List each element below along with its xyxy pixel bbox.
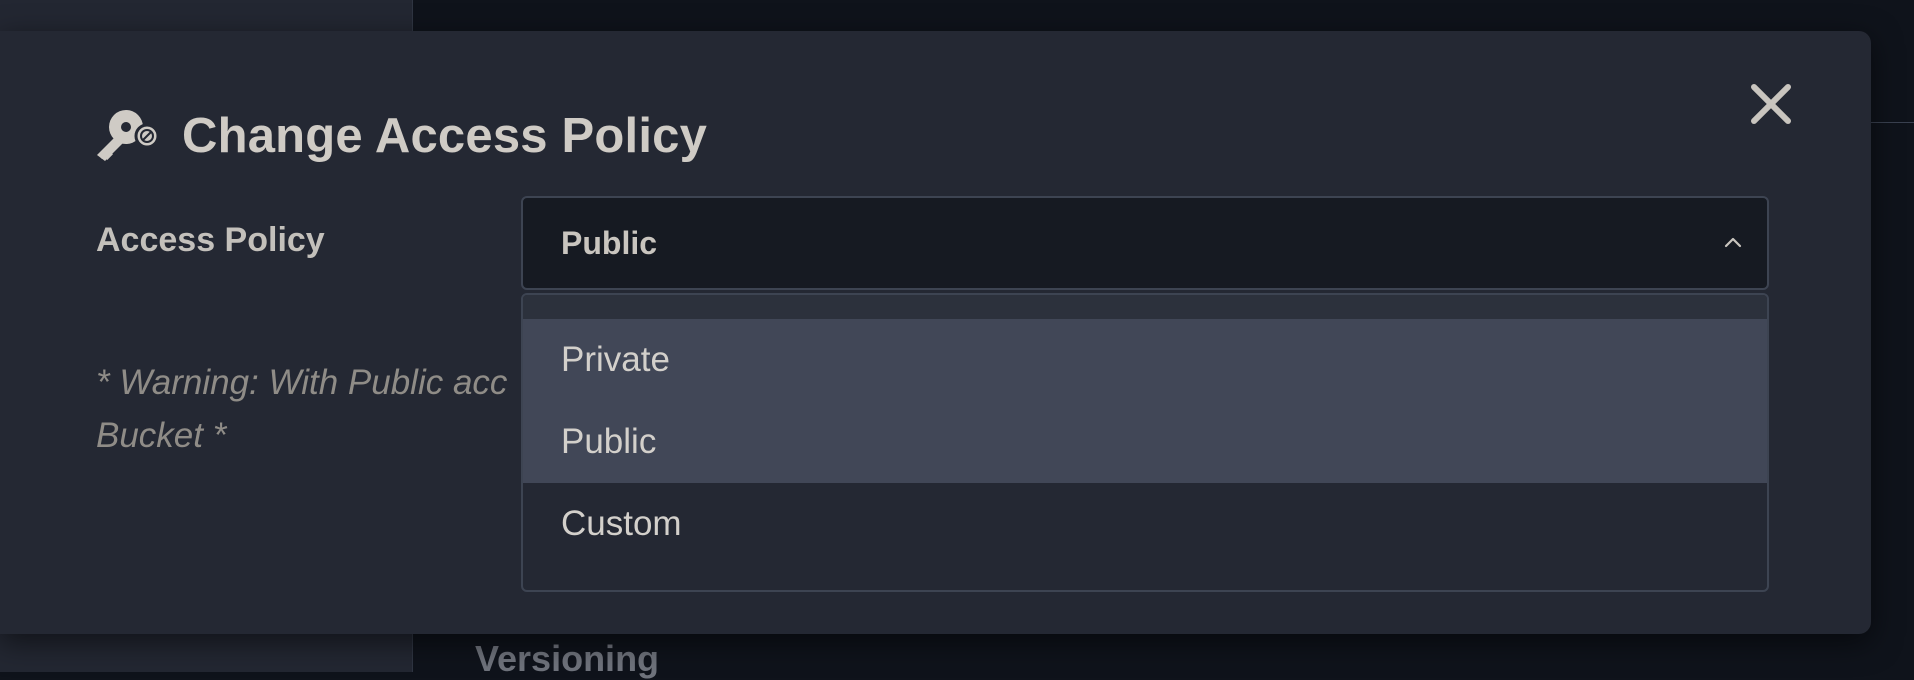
- modal-title-text: Change Access Policy: [182, 109, 708, 163]
- warning-line-1: * Warning: With Public acc: [96, 363, 508, 402]
- public-access-warning: * Warning: With Public acc Bucket *: [96, 356, 536, 462]
- dropdown-top-padding: [523, 295, 1767, 319]
- modal-title: Change Access Policy: [96, 101, 707, 171]
- warning-line-2: Bucket *: [96, 416, 227, 455]
- chevron-up-icon: [1721, 230, 1745, 254]
- access-policy-label: Access Policy: [96, 221, 325, 259]
- key-lock-icon: [96, 103, 162, 169]
- option-public[interactable]: Public: [523, 401, 1767, 483]
- option-custom[interactable]: Custom: [523, 483, 1767, 565]
- background-section-heading: Versioning: [475, 638, 660, 679]
- selected-policy-value: Public: [561, 225, 658, 261]
- access-policy-select[interactable]: Public: [521, 196, 1769, 290]
- close-button[interactable]: [1748, 81, 1794, 127]
- close-icon: [1751, 84, 1791, 124]
- access-policy-dropdown: Private Public Custom: [521, 293, 1769, 592]
- option-private[interactable]: Private: [523, 319, 1767, 401]
